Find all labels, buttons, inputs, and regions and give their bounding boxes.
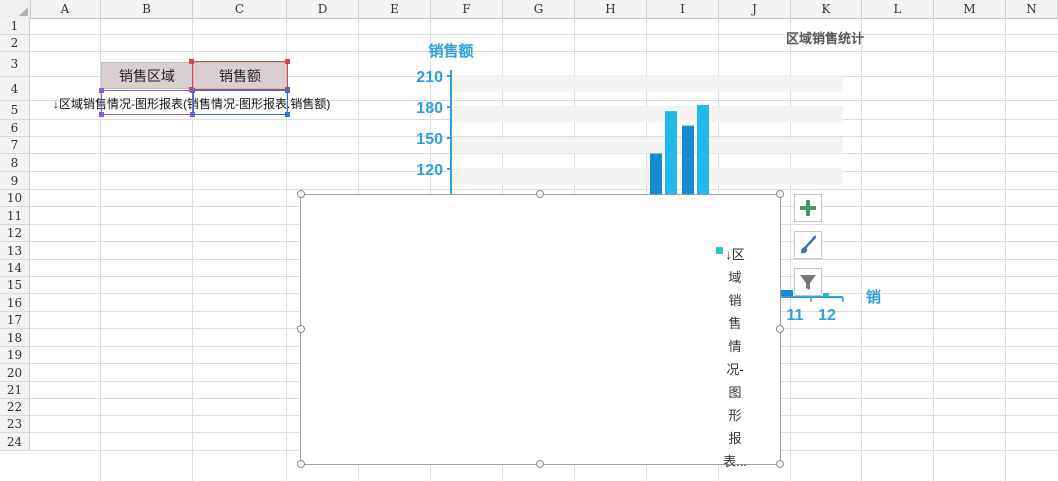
chart-bar <box>780 290 793 296</box>
plus-icon <box>800 200 816 216</box>
y-axis-title: 销售额 <box>428 42 473 60</box>
chart-elements-button[interactable] <box>794 194 822 222</box>
spreadsheet: ABCDEFGHIJKLMN 1 2 3 4 5 6 7 8 9 10 11 12 13 14 15 16 17… <box>0 0 1058 481</box>
chart-title: 区域销售统计 <box>786 31 864 46</box>
y-tick-label: 210 <box>416 69 443 86</box>
legend-label-char: 情 <box>728 339 742 354</box>
selected-chart-object[interactable] <box>300 194 781 465</box>
chart-filters-button[interactable] <box>794 268 822 296</box>
chart-bar <box>823 293 829 296</box>
legend-label-char: 图 <box>728 385 742 400</box>
legend-label-char: 形 <box>728 408 742 423</box>
y-tick-label: 120 <box>416 162 443 179</box>
chart-legend: ↓区域销售情况- 图形报表... <box>715 244 755 469</box>
y-tick-label: 150 <box>416 131 443 148</box>
legend-label-char: 域 <box>728 270 742 285</box>
x-tick-label: 12 <box>818 307 836 324</box>
legend-label-char: 报 <box>728 431 742 446</box>
legend-label-char: 表... <box>723 454 747 469</box>
x-tick-label: 11 <box>787 307 804 324</box>
legend-label-char: 况- <box>726 362 744 377</box>
legend-label-char: 销 <box>728 293 742 308</box>
filter-icon <box>800 275 816 290</box>
y-tick-label: 180 <box>416 100 443 117</box>
brush-icon <box>801 235 817 254</box>
legend-label-char: 售 <box>728 316 742 331</box>
chart-styles-button[interactable] <box>794 231 822 259</box>
legend-label-char: ↓区 <box>725 247 745 262</box>
x-axis-title: 销 <box>866 288 881 306</box>
